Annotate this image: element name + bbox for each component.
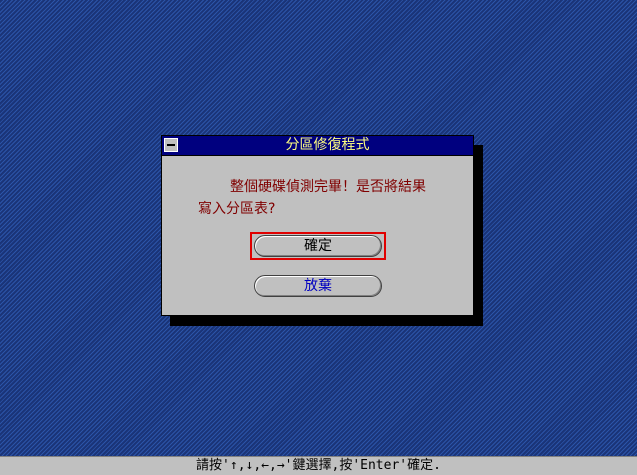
dialog-title: 分區修復程式: [285, 137, 370, 153]
confirm-button[interactable]: 確定: [254, 235, 382, 257]
message-line-1: 整個硬碟偵測完畢！是否將結果: [230, 179, 426, 195]
system-menu-icon[interactable]: [164, 138, 178, 152]
dialog-message: 整個硬碟偵測完畢！是否將結果 寫入分區表?: [198, 176, 460, 220]
discard-button[interactable]: 放棄: [254, 275, 382, 297]
dialog-title-bar: 分區修復程式: [162, 136, 473, 156]
message-line-2: 寫入分區表?: [198, 201, 276, 217]
partition-repair-dialog: 分區修復程式 整個硬碟偵測完畢！是否將結果 寫入分區表? 確定 放棄: [161, 135, 474, 316]
system-menu-bar: [167, 144, 175, 146]
status-bar: 請按'↑,↓,←,→'鍵選擇,按'Enter'確定.: [0, 456, 637, 475]
